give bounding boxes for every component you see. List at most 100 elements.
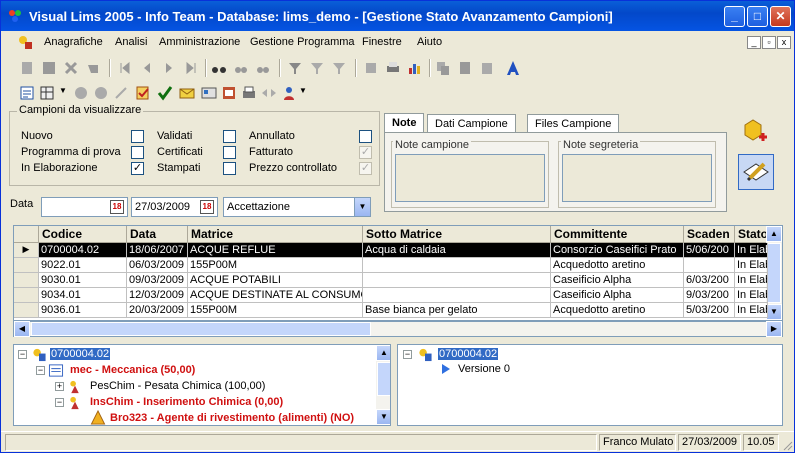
column-header-committente[interactable]: Committente (551, 226, 684, 243)
cell-scadenza[interactable]: 5/06/200 (684, 243, 735, 258)
search-next-icon[interactable] (233, 60, 249, 76)
dropdown-arrow-icon[interactable]: ▼ (59, 86, 67, 95)
tab-dati-campione[interactable]: Dati Campione (427, 114, 516, 134)
date-to-field[interactable]: 27/03/2009 18 (131, 197, 218, 217)
report-chart-icon[interactable] (407, 60, 423, 76)
tree-node-bro323[interactable]: Bro323 - Agente di rivestimento (aliment… (110, 412, 354, 424)
filter-icon[interactable] (287, 60, 303, 76)
cell-codice[interactable]: 9034.01 (39, 288, 127, 303)
menu-finestre[interactable]: Finestre (362, 36, 402, 48)
scroll-up-icon[interactable]: ▲ (766, 226, 782, 242)
title-bar[interactable]: Visual Lims 2005 - Info Team - Database:… (1, 1, 794, 31)
tree-collapse-icon[interactable]: − (36, 366, 45, 375)
cell-committente[interactable]: Caseificio Alpha (551, 288, 684, 303)
scroll-thumb[interactable] (377, 362, 390, 396)
cell-scadenza[interactable]: 6/03/200 (684, 273, 735, 288)
approve-document-icon[interactable] (135, 85, 151, 101)
cell-codice[interactable]: 0700004.02 (39, 243, 127, 258)
cell-data[interactable]: 09/03/2009 (127, 273, 188, 288)
tree-node-sample[interactable]: 0700004.02 (50, 348, 111, 360)
row-indicator[interactable]: ▶ (14, 243, 39, 258)
cell-sotto-matrice[interactable] (363, 258, 551, 273)
date-field-select[interactable]: Accettazione ▼ (223, 197, 371, 217)
note-segreteria-memo[interactable] (562, 154, 712, 202)
font-icon[interactable] (505, 60, 521, 76)
cell-data[interactable]: 20/03/2009 (127, 303, 188, 318)
filter-certificati-checkbox[interactable] (223, 146, 236, 159)
tree-collapse-icon[interactable]: − (18, 350, 27, 359)
calendar-icon[interactable]: 18 (200, 200, 214, 214)
tab-files-campione[interactable]: Files Campione (527, 114, 620, 134)
resize-grip-icon[interactable] (781, 439, 793, 451)
prev-record-icon[interactable] (139, 60, 155, 76)
cell-matrice[interactable]: 155P00M (188, 258, 363, 273)
cell-committente[interactable]: Consorzio Caseifici Prato (551, 243, 684, 258)
cell-stato[interactable]: In Elab (735, 288, 768, 303)
email-icon[interactable] (179, 85, 195, 101)
search-prev-icon[interactable] (255, 60, 271, 76)
scroll-left-icon[interactable]: ◀ (14, 321, 30, 337)
close-button[interactable]: ✕ (770, 6, 791, 27)
grid-horizontal-scrollbar[interactable]: ◀ ▶ (13, 321, 783, 337)
filter-nuovo-checkbox[interactable] (131, 130, 144, 143)
mdi-close-button[interactable]: x (777, 36, 791, 49)
gallery-icon[interactable] (201, 85, 217, 101)
filter-programma-checkbox[interactable] (131, 146, 144, 159)
row-indicator[interactable] (14, 258, 39, 273)
forward-icon[interactable] (93, 85, 109, 101)
tab-note[interactable]: Note (384, 113, 425, 134)
cell-stato[interactable]: In Elab (735, 258, 768, 273)
mdi-restore-button[interactable]: ▫ (762, 36, 776, 49)
cell-sotto-matrice[interactable] (363, 288, 551, 303)
cell-codice[interactable]: 9036.01 (39, 303, 127, 318)
calendar-icon[interactable]: 18 (110, 200, 124, 214)
dropdown-arrow-icon[interactable]: ▼ (299, 86, 307, 95)
tree-node-versione[interactable]: Versione 0 (458, 363, 510, 375)
cell-stato[interactable]: In Elab (735, 273, 768, 288)
cell-committente[interactable]: Acquedotto aretino (551, 258, 684, 273)
cell-data[interactable]: 18/06/2007 (127, 243, 188, 258)
mdi-child-icon[interactable] (17, 34, 33, 50)
minimize-button[interactable]: _ (724, 6, 745, 27)
stop-icon[interactable] (363, 60, 379, 76)
filter-prezzo-checkbox[interactable]: ✓ (359, 162, 372, 175)
filter-remove-icon[interactable] (331, 60, 347, 76)
grid-vertical-scrollbar[interactable]: ▲ ▼ (766, 226, 782, 320)
column-header-matrice[interactable]: Matrice (188, 226, 363, 243)
menu-gestione-programma[interactable]: Gestione Programma (250, 36, 355, 48)
cell-committente[interactable]: Acquedotto aretino (551, 303, 684, 318)
tools-icon[interactable] (113, 85, 129, 101)
scroll-thumb[interactable] (31, 322, 371, 336)
chevron-down-icon[interactable]: ▼ (354, 198, 370, 216)
cell-matrice[interactable]: 155P00M (188, 303, 363, 318)
cell-scadenza[interactable]: 5/03/200 (684, 303, 735, 318)
filter-elaborazione-checkbox[interactable]: ✓ (131, 162, 144, 175)
column-header-codice[interactable]: Codice (39, 226, 127, 243)
scroll-up-icon[interactable]: ▲ (376, 345, 390, 361)
document-list-icon[interactable] (19, 85, 35, 101)
edit-notes-button[interactable] (738, 154, 774, 190)
tree-node-sample[interactable]: 0700004.02 (438, 348, 499, 360)
transfer-icon[interactable] (261, 85, 277, 101)
cell-sotto-matrice[interactable]: Base bianca per gelato (363, 303, 551, 318)
scroll-right-icon[interactable]: ▶ (766, 321, 782, 337)
cell-matrice[interactable]: ACQUE DESTINATE AL CONSUMO (188, 288, 363, 303)
new-record-icon[interactable] (19, 60, 35, 76)
column-header-stato[interactable]: Stato (735, 226, 768, 243)
cell-sotto-matrice[interactable]: Acqua di caldaia (363, 243, 551, 258)
archive-icon[interactable] (221, 85, 237, 101)
cell-data[interactable]: 06/03/2009 (127, 258, 188, 273)
add-sample-icon[interactable] (741, 117, 769, 145)
paste-icon[interactable] (457, 60, 473, 76)
last-record-icon[interactable] (183, 60, 199, 76)
checkmark-icon[interactable] (157, 85, 173, 101)
column-header-sotto-matrice[interactable]: Sotto Matrice (363, 226, 551, 243)
back-icon[interactable] (73, 85, 89, 101)
settings-person-icon[interactable] (281, 85, 297, 101)
cell-matrice[interactable]: ACQUE POTABILI (188, 273, 363, 288)
maximize-button[interactable]: □ (747, 6, 768, 27)
row-indicator[interactable] (14, 273, 39, 288)
cell-stato[interactable]: In Elab (735, 243, 768, 258)
cell-data[interactable]: 12/03/2009 (127, 288, 188, 303)
delete-record-icon[interactable] (63, 60, 79, 76)
